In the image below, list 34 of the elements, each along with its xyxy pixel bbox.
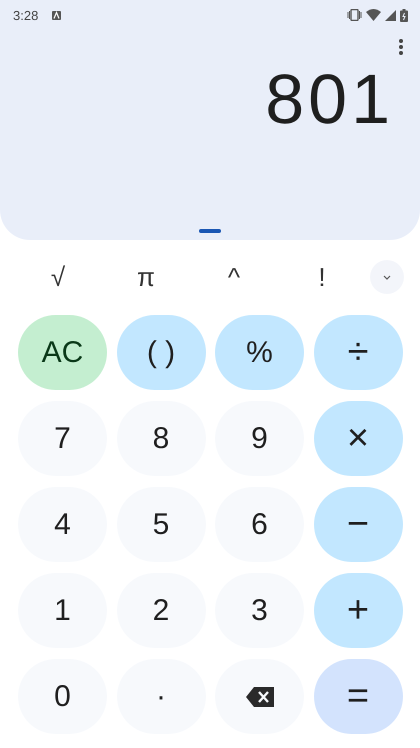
- more-options-icon[interactable]: [398, 38, 404, 56]
- digit-button[interactable]: 2: [116, 573, 206, 648]
- digit-button[interactable]: ·: [116, 659, 206, 734]
- operator-button[interactable]: ×: [314, 401, 402, 476]
- result-display: 801: [265, 64, 394, 134]
- scientific-button[interactable]: π: [102, 258, 190, 296]
- digit-button[interactable]: 0: [18, 659, 107, 734]
- status-time: 3:28: [13, 8, 38, 22]
- digit-button[interactable]: 9: [215, 401, 304, 476]
- chevron-down-icon: [383, 274, 391, 280]
- digit-button[interactable]: 6: [215, 487, 304, 562]
- wifi-icon: [366, 9, 381, 21]
- battery-icon: [400, 8, 408, 22]
- equals-button[interactable]: =: [314, 659, 402, 734]
- function-button[interactable]: %: [215, 315, 304, 390]
- operator-button[interactable]: +: [314, 573, 402, 648]
- digit-button[interactable]: 3: [215, 573, 304, 648]
- digit-button[interactable]: 8: [116, 401, 206, 476]
- scientific-button[interactable]: !: [278, 258, 366, 296]
- digit-button[interactable]: 4: [18, 487, 107, 562]
- function-button[interactable]: ( ): [116, 315, 206, 390]
- drag-handle[interactable]: [199, 229, 221, 233]
- signal-icon: [385, 10, 396, 20]
- scientific-button[interactable]: ^: [190, 258, 278, 296]
- scientific-button[interactable]: √: [14, 258, 102, 296]
- digit-button[interactable]: 7: [18, 401, 107, 476]
- digit-button[interactable]: 5: [116, 487, 206, 562]
- operator-button[interactable]: −: [314, 487, 402, 562]
- notification-icon: [52, 10, 62, 20]
- digit-button[interactable]: 1: [18, 573, 107, 648]
- operator-button[interactable]: ÷: [314, 315, 402, 390]
- vibrate-icon: [347, 9, 362, 21]
- clear-button[interactable]: AC: [18, 315, 107, 390]
- backspace-icon: [246, 686, 274, 706]
